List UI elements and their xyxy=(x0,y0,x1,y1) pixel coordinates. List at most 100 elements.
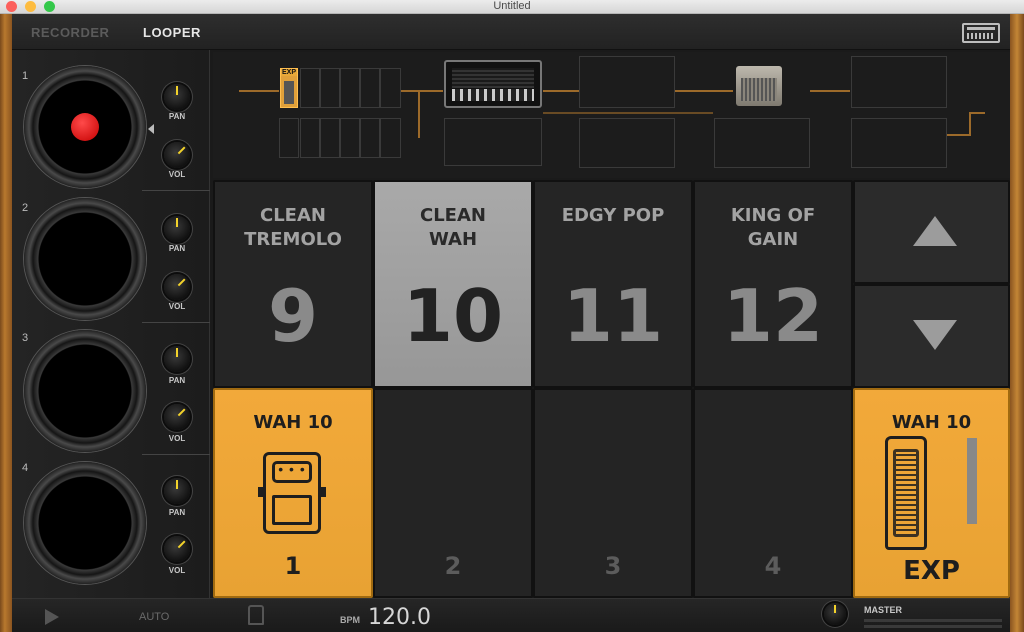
preset-name: CLEAN TREMOLO xyxy=(244,205,342,250)
expression-label: WAH 10 xyxy=(891,412,972,433)
master-meter xyxy=(864,619,1002,622)
effect-rack-slot[interactable] xyxy=(851,118,947,168)
signal-wire xyxy=(969,112,985,114)
preset-up-button[interactable] xyxy=(853,180,1010,284)
vol-label: VOL xyxy=(168,302,186,311)
effect-slot[interactable] xyxy=(360,118,380,158)
pan-label: PAN xyxy=(168,508,186,517)
master-volume-knob[interactable] xyxy=(824,603,846,625)
tab-recorder[interactable]: RECORDER xyxy=(31,25,109,40)
bpm-value[interactable]: 120.0 xyxy=(368,605,431,630)
track-2-vol-knob[interactable] xyxy=(164,274,190,300)
footswitch-index: 4 xyxy=(764,552,782,580)
arrow-down-icon xyxy=(913,320,957,350)
effect-slot[interactable] xyxy=(300,118,320,158)
preset-12-button[interactable]: KING OF GAIN 12 xyxy=(693,180,853,388)
vol-label: VOL xyxy=(168,170,186,179)
track-1-pan-knob[interactable] xyxy=(164,84,190,110)
tab-looper[interactable]: LOOPER xyxy=(143,25,201,40)
preset-name: EDGY POP xyxy=(561,205,665,226)
effect-rack-slot[interactable] xyxy=(579,118,675,168)
preset-grid: CLEAN TREMOLO 9 CLEAN WAH 10 EDGY POP 11 K… xyxy=(213,180,1010,598)
expression-pedal-button[interactable]: WAH 10 EXP xyxy=(853,388,1010,598)
preset-10-button[interactable]: CLEAN WAH 10 xyxy=(373,180,533,388)
track-divider xyxy=(142,454,210,455)
metronome-icon[interactable] xyxy=(248,605,264,625)
vol-label: VOL xyxy=(168,566,186,575)
preset-name: KING OF GAIN xyxy=(730,205,816,250)
track-1-loop-wheel[interactable] xyxy=(24,66,146,188)
wood-side-panel-right xyxy=(1010,14,1024,632)
wah-pedal-icon xyxy=(885,436,927,550)
effect-rack-slot[interactable] xyxy=(579,56,675,108)
vol-label: VOL xyxy=(168,434,186,443)
track-3-vol-knob[interactable] xyxy=(164,404,190,430)
track-4-vol-knob[interactable] xyxy=(164,536,190,562)
footswitch-1[interactable]: WAH 10 1 xyxy=(213,388,373,598)
preset-number: 11 xyxy=(562,274,664,358)
pan-label: PAN xyxy=(168,112,186,121)
footswitch-index: 1 xyxy=(284,552,302,580)
arrow-up-icon xyxy=(913,216,957,246)
effect-rack-slot[interactable] xyxy=(851,56,947,108)
track-number: 2 xyxy=(22,202,29,214)
amp-head-icon[interactable] xyxy=(444,60,542,108)
track-3-loop-wheel[interactable] xyxy=(24,330,146,452)
looper-tracks-panel: 1 PAN VOL 2 PAN VOL 3 PAN VOL 4 PAN VOL xyxy=(12,50,210,598)
window-title: Untitled xyxy=(493,0,531,12)
record-indicator-icon xyxy=(71,113,99,141)
signal-wire xyxy=(543,112,713,114)
effect-slot[interactable] xyxy=(380,68,401,108)
effect-slot[interactable] xyxy=(320,118,340,158)
preset-11-button[interactable]: EDGY POP 11 xyxy=(533,180,693,388)
preset-number: 10 xyxy=(402,274,504,358)
effect-slot[interactable] xyxy=(279,118,299,158)
pan-label: PAN xyxy=(168,376,186,385)
effect-slot[interactable] xyxy=(380,118,401,158)
footswitch-index: 2 xyxy=(444,552,462,580)
signal-wire xyxy=(947,134,971,136)
top-bar: RECORDER LOOPER xyxy=(12,14,1010,50)
cabinet-slot[interactable] xyxy=(714,118,810,168)
preset-down-button[interactable] xyxy=(853,284,1010,388)
speaker-cabinet-icon[interactable] xyxy=(736,66,782,106)
track-2-loop-wheel[interactable] xyxy=(24,198,146,320)
track-number: 1 xyxy=(22,70,29,82)
auto-button[interactable]: AUTO xyxy=(139,611,169,623)
device-panel-icon[interactable] xyxy=(962,23,1000,43)
effect-slot[interactable] xyxy=(340,68,360,108)
track-4-pan-knob[interactable] xyxy=(164,478,190,504)
wood-side-panel-left xyxy=(0,14,12,632)
footswitch-3[interactable]: 3 xyxy=(533,388,693,598)
preset-name: CLEAN WAH xyxy=(420,205,486,250)
amp-slot[interactable] xyxy=(444,118,542,166)
preset-9-button[interactable]: CLEAN TREMOLO 9 xyxy=(213,180,373,388)
effect-slot[interactable] xyxy=(300,68,320,108)
expression-level-bar xyxy=(967,438,977,524)
footswitch-4[interactable]: 4 xyxy=(693,388,853,598)
exp-pedal-slot-icon[interactable]: EXP xyxy=(280,68,298,108)
track-number: 3 xyxy=(22,332,29,344)
track-1-vol-knob[interactable] xyxy=(164,142,190,168)
signal-chain-overview[interactable]: EXP xyxy=(213,52,1010,178)
track-4-loop-wheel[interactable] xyxy=(24,462,146,584)
track-number: 4 xyxy=(22,462,29,474)
effect-slot[interactable] xyxy=(340,118,360,158)
effect-slot[interactable] xyxy=(320,68,340,108)
window-titlebar: Untitled xyxy=(0,0,1024,14)
pan-label: PAN xyxy=(168,244,186,253)
signal-wire xyxy=(401,90,443,92)
track-2-pan-knob[interactable] xyxy=(164,216,190,242)
play-icon[interactable] xyxy=(45,609,59,625)
effect-slot[interactable] xyxy=(360,68,380,108)
track-divider xyxy=(142,190,210,191)
preset-number: 9 xyxy=(267,274,319,358)
track-3-pan-knob[interactable] xyxy=(164,346,190,372)
signal-wire xyxy=(543,90,579,92)
signal-wire xyxy=(675,90,733,92)
master-label: MASTER xyxy=(864,605,902,615)
footswitch-2[interactable]: 2 xyxy=(373,388,533,598)
selected-track-pointer-icon xyxy=(148,124,154,134)
footswitch-index: 3 xyxy=(604,552,622,580)
stompbox-icon xyxy=(258,452,326,534)
